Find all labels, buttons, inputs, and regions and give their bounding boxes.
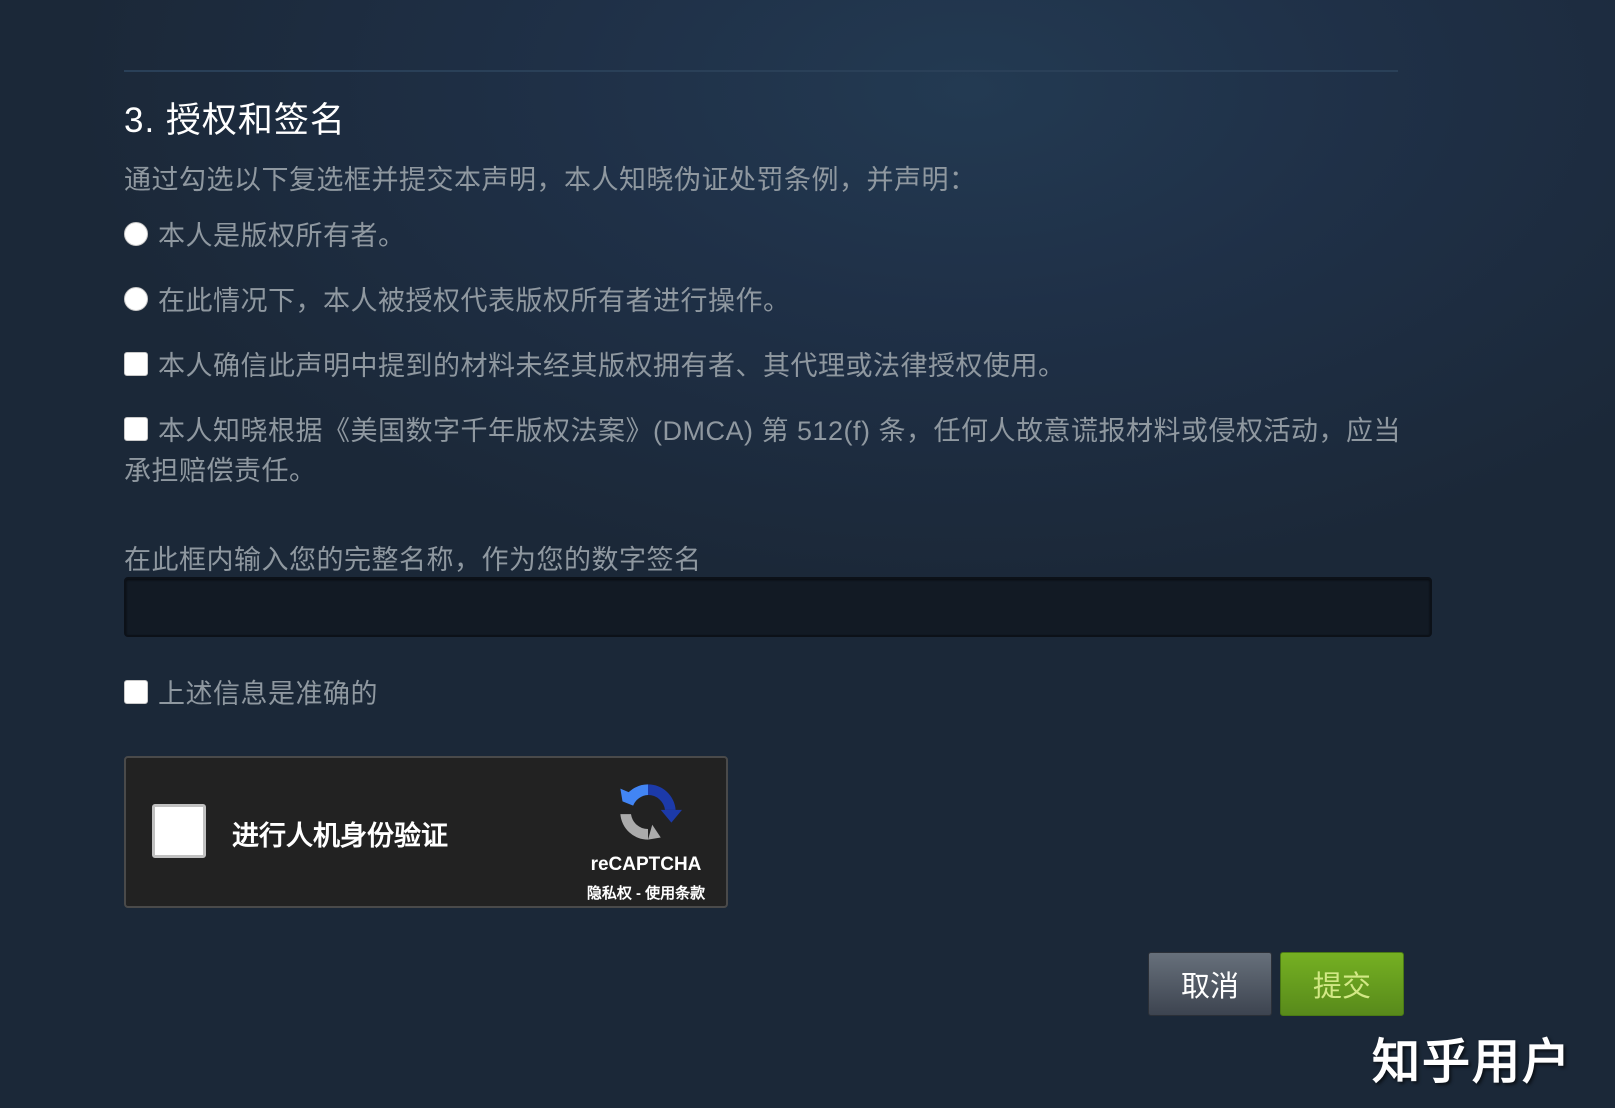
- checkbox[interactable]: [124, 416, 148, 441]
- recaptcha-brand: reCAPTCHA: [590, 854, 702, 875]
- recaptcha-links: 隐私权 - 使用条款: [566, 882, 726, 903]
- checkbox[interactable]: [124, 679, 148, 704]
- checkbox-label: 上述信息是准确的: [158, 679, 378, 709]
- checkbox-label: 本人确信此声明中提到的材料未经其版权拥有者、其代理或法律授权使用。: [158, 351, 1066, 381]
- section-title: 3. 授权和签名: [124, 101, 346, 140]
- signature-label: 在此框内输入您的完整名称，作为您的数字签名: [124, 545, 702, 575]
- checkbox-accuracy[interactable]: 上述信息是准确的: [124, 674, 378, 714]
- checkbox[interactable]: [124, 351, 148, 376]
- recaptcha-privacy-link[interactable]: 隐私权: [587, 885, 632, 902]
- radio-button[interactable]: [124, 286, 148, 311]
- recaptcha-checkbox[interactable]: [152, 804, 206, 858]
- section-intro: 通过勾选以下复选框并提交本声明，本人知晓伪证处罚条例，并声明：: [124, 165, 977, 195]
- submit-button[interactable]: 提交: [1280, 952, 1404, 1016]
- radio-option-owner[interactable]: 本人是版权所有者。: [124, 216, 406, 256]
- radio-button[interactable]: [124, 221, 148, 246]
- checkbox-label: 本人知晓根据《美国数字千年版权法案》(DMCA) 第 512(f) 条，任何人故…: [124, 416, 1402, 486]
- watermark: 知乎用户: [1372, 1036, 1573, 1089]
- checkbox-dmca-liability[interactable]: 本人知晓根据《美国数字千年版权法案》(DMCA) 第 512(f) 条，任何人故…: [124, 411, 1414, 491]
- recaptcha-logo-icon: [620, 784, 682, 840]
- recaptcha-terms-link[interactable]: 使用条款: [645, 885, 705, 902]
- radio-option-label: 在此情况下，本人被授权代表版权所有者进行操作。: [158, 286, 791, 316]
- signature-input[interactable]: [124, 577, 1432, 637]
- radio-option-label: 本人是版权所有者。: [158, 221, 406, 251]
- recaptcha-label: 进行人机身份验证: [232, 821, 448, 851]
- checkbox-unauthorized-use[interactable]: 本人确信此声明中提到的材料未经其版权拥有者、其代理或法律授权使用。: [124, 346, 1066, 386]
- recaptcha-widget: 进行人机身份验证 reCAPTCHA 隐私权 - 使用条款: [124, 756, 728, 908]
- radio-option-authorized[interactable]: 在此情况下，本人被授权代表版权所有者进行操作。: [124, 281, 791, 321]
- recaptcha-link-separator: -: [631, 885, 646, 902]
- cancel-button[interactable]: 取消: [1148, 952, 1272, 1016]
- dmca-form-page: 3. 授权和签名 通过勾选以下复选框并提交本声明，本人知晓伪证处罚条例，并声明：…: [0, 0, 1615, 1108]
- section-divider: [124, 70, 1398, 72]
